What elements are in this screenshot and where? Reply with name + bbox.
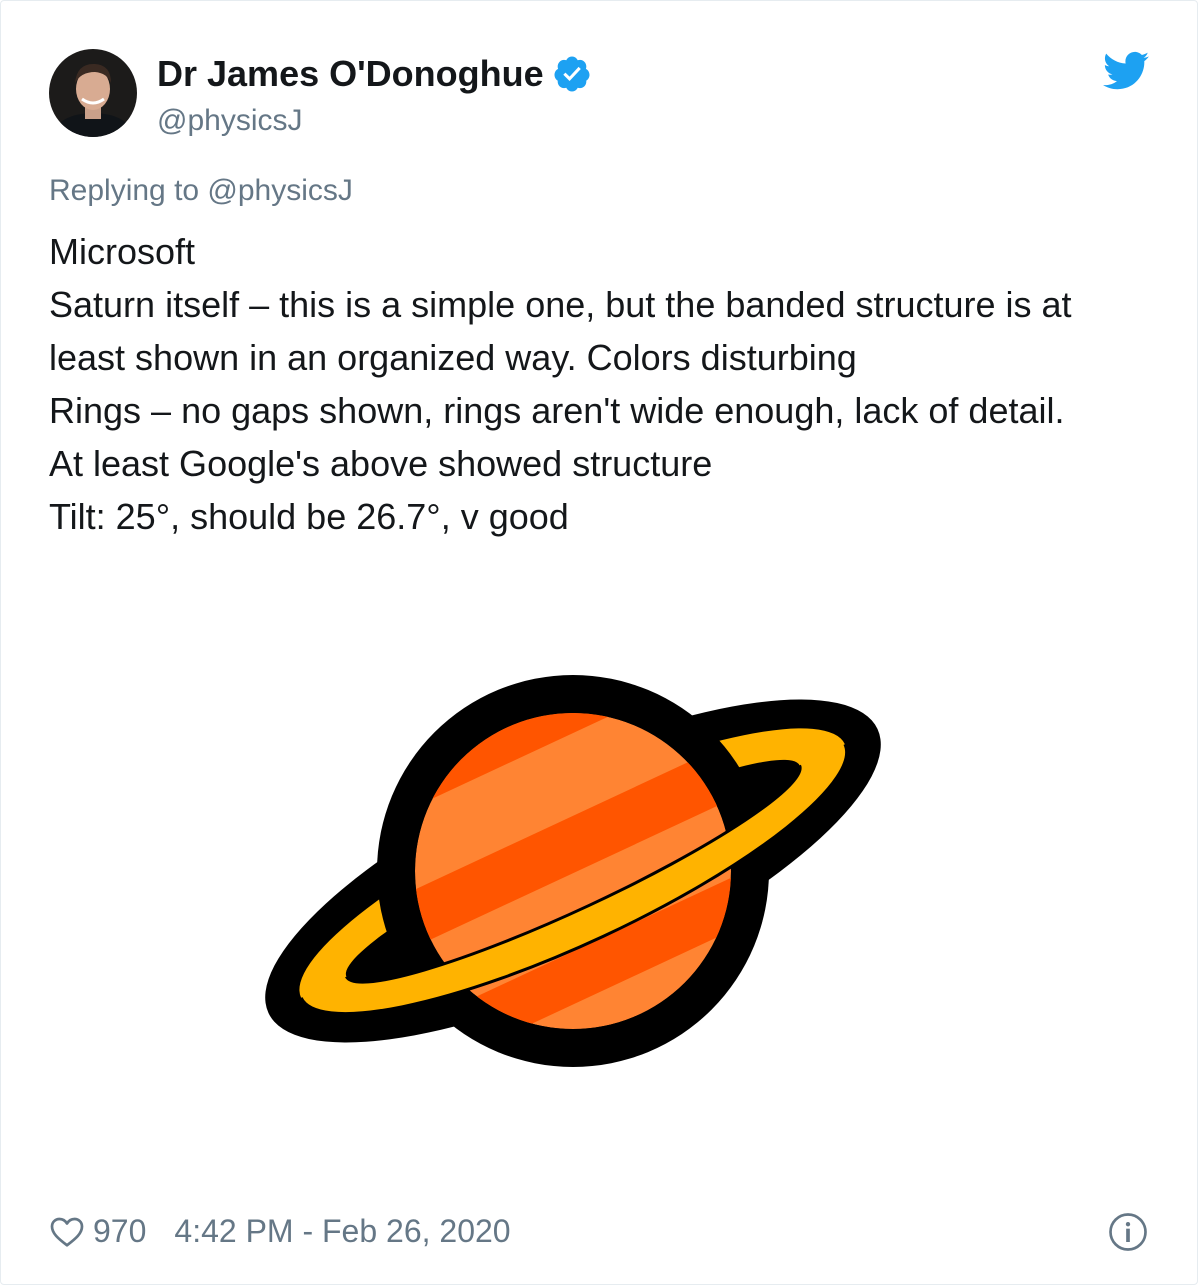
tweet-body-line: Microsoft	[49, 231, 196, 272]
author-handle[interactable]: @physicsJ	[157, 104, 303, 138]
tweet-body: Microsoft Saturn itself – this is a simp…	[49, 225, 1159, 543]
tweet-body-line: Rings – no gaps shown, rings aren't wide…	[49, 390, 1065, 431]
tweet-timestamp[interactable]: 4:42 PM - Feb 26, 2020	[174, 1213, 510, 1250]
avatar[interactable]	[49, 49, 137, 137]
author-display-name[interactable]: Dr James O'Donoghue	[157, 53, 592, 95]
verified-badge-icon	[554, 56, 590, 92]
tweet-footer: 970 4:42 PM - Feb 26, 2020	[49, 1209, 511, 1253]
tweet-body-line: Saturn itself – this is a simple one, bu…	[49, 284, 1072, 325]
author-name-text: Dr James O'Donoghue	[157, 53, 544, 94]
tweet-body-line: At least Google's above showed structure	[49, 443, 713, 484]
replying-to-label[interactable]: Replying to @physicsJ	[49, 174, 353, 208]
heart-icon[interactable]	[49, 1214, 85, 1248]
like-count[interactable]: 970	[93, 1213, 146, 1250]
tweet-body-line: Tilt: 25°, should be 26.7°, v good	[49, 496, 569, 537]
saturn-emoji-image[interactable]	[247, 666, 897, 1076]
tweet-card: Dr James O'Donoghue @physicsJ Replying t…	[0, 0, 1198, 1285]
tweet-body-line: least shown in an organized way. Colors …	[49, 337, 857, 378]
twitter-bird-icon[interactable]	[1103, 51, 1149, 91]
info-icon[interactable]	[1108, 1212, 1148, 1252]
